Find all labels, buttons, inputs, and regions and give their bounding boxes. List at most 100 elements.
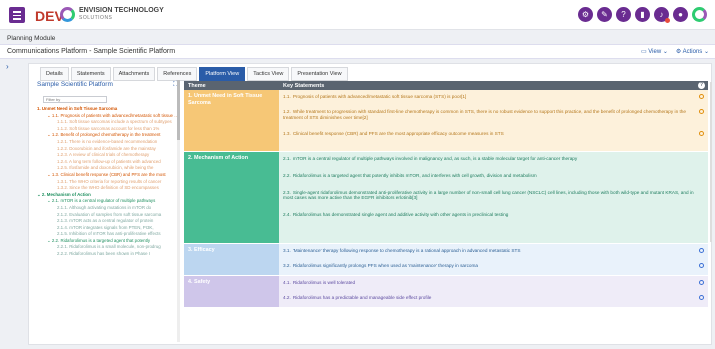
statement-number: 2.3. [283,189,291,195]
statement-number: 3.1. [283,248,291,253]
status-circle-icon[interactable] [699,262,704,268]
brand-logo-icon [60,7,75,22]
tree-node[interactable]: ⌄ 2.2. Ridaforolimus is a targeted agent… [34,238,180,245]
expand-panel-icon[interactable]: › [6,62,9,71]
theme-cell[interactable]: 2. Mechanism of Action [184,152,279,243]
notifications-icon[interactable]: ♪ [654,7,670,23]
tree-node[interactable]: 1.2.3. A review of clinical trials of ch… [34,152,180,159]
settings-icon[interactable]: ⚙ [578,7,593,22]
statement-item[interactable]: 3.2. Ridaforolimus significantly prolongs… [279,261,708,271]
bookmark-icon[interactable]: ▮ [635,7,650,22]
statement-item[interactable]: 2.1. mTOR is a central regulator of multi… [279,154,708,164]
tab-statements[interactable]: Statements [70,67,111,81]
statements-cell: 4.1. Ridaforolimus is well tolerated 4.2. R… [279,276,708,307]
tab-references[interactable]: References [157,67,198,81]
theme-cell[interactable]: 4. Safety [184,276,279,307]
status-circle-icon[interactable] [699,131,704,137]
tree-node[interactable]: 1.2.2. Doxorubicin and ifosfamide are th… [34,146,180,153]
tree-node[interactable]: ⌄ 2. Mechanism of Action [34,192,180,199]
grid-body: 1. Unmet Need in Soft Tissue Sarcoma 1.1.… [184,90,708,308]
status-circle-icon[interactable] [699,248,704,253]
statement-text: Prognosis of patients with advanced/meta… [292,94,467,99]
theme-row: 2. Mechanism of Action 2.1. mTOR is a cent… [184,152,708,244]
statements-cell: 2.1. mTOR is a central regulator of multi… [279,152,708,243]
tree-node[interactable]: 2.1.1. Although activating mutations in … [34,205,180,212]
theme-row: 1. Unmet Need in Soft Tissue Sarcoma 1.1.… [184,90,708,152]
edit-icon[interactable]: ✎ [597,7,612,22]
statement-number: 2.4. [283,212,291,218]
theme-row: 3. Efficacy 3.1. 'Maintenance' therapy fol… [184,244,708,276]
menu-icon[interactable] [9,7,25,23]
tree-node[interactable]: ⌄ 1.1. Prognosis of patients with advanc… [34,113,180,120]
page-title-bar: Communications Platform - Sample Scienti… [0,44,715,59]
tree-node[interactable]: ⌄ 1.3. Clinical benefit response (CBR) a… [34,172,180,179]
platform-card: Details Statements Attachments Reference… [28,63,712,345]
tree-node[interactable]: 2.1.5. Inhibition of mTOR has anti-proli… [34,231,180,238]
tab-strip: Details Statements Attachments Reference… [40,67,348,81]
statement-text: Ridaforolimus significantly prolongs PFS… [292,262,479,268]
tree-node[interactable]: 2.1.3. mTOR acts as a central regulator … [34,218,180,225]
page-title: Communications Platform - Sample Scienti… [7,48,176,55]
theme-cell[interactable]: 1. Unmet Need in Soft Tissue Sarcoma [184,90,279,151]
statement-number: 2.1. [283,156,291,161]
tree-node[interactable]: 1.3.1. The WHO criteria for reporting re… [34,179,180,186]
tree-node[interactable]: 1.2.1. There is no evidence-based recomm… [34,139,180,146]
statement-item[interactable]: 2.2. Ridaforolimus is a targeted agent th… [279,171,708,181]
actions-menu[interactable]: ⚙ Actions ⌄ [676,48,709,55]
col-key-statements: Key Statements [283,83,325,89]
user-icon[interactable]: ● [673,7,688,22]
theme-cell[interactable]: 3. Efficacy [184,244,279,275]
statement-item[interactable]: 1.2. While treatment to progression with … [279,107,708,123]
tree-node[interactable]: 1. Unmet Need in Soft Tissue Sarcoma [34,106,180,113]
statement-text: Ridaforolimus has demonstrated single ag… [292,212,509,218]
statement-item[interactable]: 4.2. Ridaforolimus has a predictable and … [279,293,708,303]
tree-node[interactable]: 2.1.2. Evaluation of samples from soft t… [34,212,180,219]
status-circle-icon[interactable] [699,108,704,114]
tree-node[interactable]: 2.2.2. Ridaforolimus has been shown in P… [34,251,180,258]
statement-text: Ridaforolimus has a predictable and mana… [292,294,432,300]
statement-text: Single-agent ridaforolimus demonstrated … [283,189,694,201]
tree-node[interactable]: 2.1.4. mTOR integrates signals from PTEN… [34,225,180,232]
platform-tree: Sample Scientific Platform ⛶ 1. Unmet Ne… [34,80,180,342]
statement-number: 4.2. [283,294,291,300]
tree-node[interactable]: ⌄ 2.1. mTOR is a central regulator of mu… [34,198,180,205]
statement-item[interactable]: 1.1. Prognosis of patients with advanced/… [279,92,708,102]
statement-item[interactable]: 4.1. Ridaforolimus is well tolerated [279,278,708,288]
tab-presentation-view[interactable]: Presentation View [291,67,348,81]
statement-item[interactable]: 1.3. Clinical benefit response (CBR) and … [279,129,708,139]
tree-title: Sample Scientific Platform [37,81,113,88]
statement-number: 1.3. [283,131,291,137]
tree-scrollbar[interactable] [177,80,180,342]
statement-text: 'Maintenance' therapy following response… [292,248,521,253]
help-icon[interactable]: ? [698,82,705,89]
profile-logo-icon[interactable] [692,7,707,22]
notification-badge [665,18,670,23]
grid-scrollbar[interactable] [710,82,712,242]
tree-node[interactable]: ⌄ 1.2. Benefit of prolonged chemotherapy… [34,132,180,139]
tree-filter-input[interactable] [43,96,107,103]
tree-node[interactable]: 1.1.1. Soft tissue sarcomas include a sp… [34,119,180,126]
tab-attachments[interactable]: Attachments [112,67,156,81]
statement-text: Ridaforolimus is well tolerated [292,280,356,285]
statement-item[interactable]: 2.3. Single-agent ridaforolimus demonstra… [279,188,708,204]
status-circle-icon[interactable] [699,94,704,99]
brand-subtitle: SOLUTIONS [79,15,113,21]
statement-item[interactable]: 3.1. 'Maintenance' therapy following resp… [279,246,708,256]
statement-text: Clinical benefit response (CBR) and PFS … [292,131,504,137]
gear-icon: ⚙ [675,49,683,55]
tree-node[interactable]: 1.3.2. Since the WHO definition of SD en… [34,185,180,192]
tab-platform-view[interactable]: Platform View [199,67,246,81]
tree-node[interactable]: 1.2.4. A long term follow-up of patients… [34,159,180,166]
tree-node[interactable]: 1.1.2. Soft tissue sarcomas account for … [34,126,180,133]
statement-item[interactable]: 2.4. Ridaforolimus has demonstrated singl… [279,210,708,220]
help-icon[interactable]: ? [616,7,631,22]
status-circle-icon[interactable] [699,280,704,285]
tree-node[interactable]: 2.2.1. Ridaforolimus is a small molecule… [34,244,180,251]
status-circle-icon[interactable] [699,294,704,300]
view-menu[interactable]: ▭ View ⌄ [641,48,668,55]
tab-tactics-view[interactable]: Tactics View [247,67,290,81]
statement-text: While treatment to progression with stan… [283,108,687,120]
tree-node[interactable]: 1.2.5. Ifosfamide and doxorubicin, while… [34,165,180,172]
theme-row: 4. Safety 4.1. Ridaforolimus is well toler… [184,276,708,308]
tab-details[interactable]: Details [40,67,69,81]
